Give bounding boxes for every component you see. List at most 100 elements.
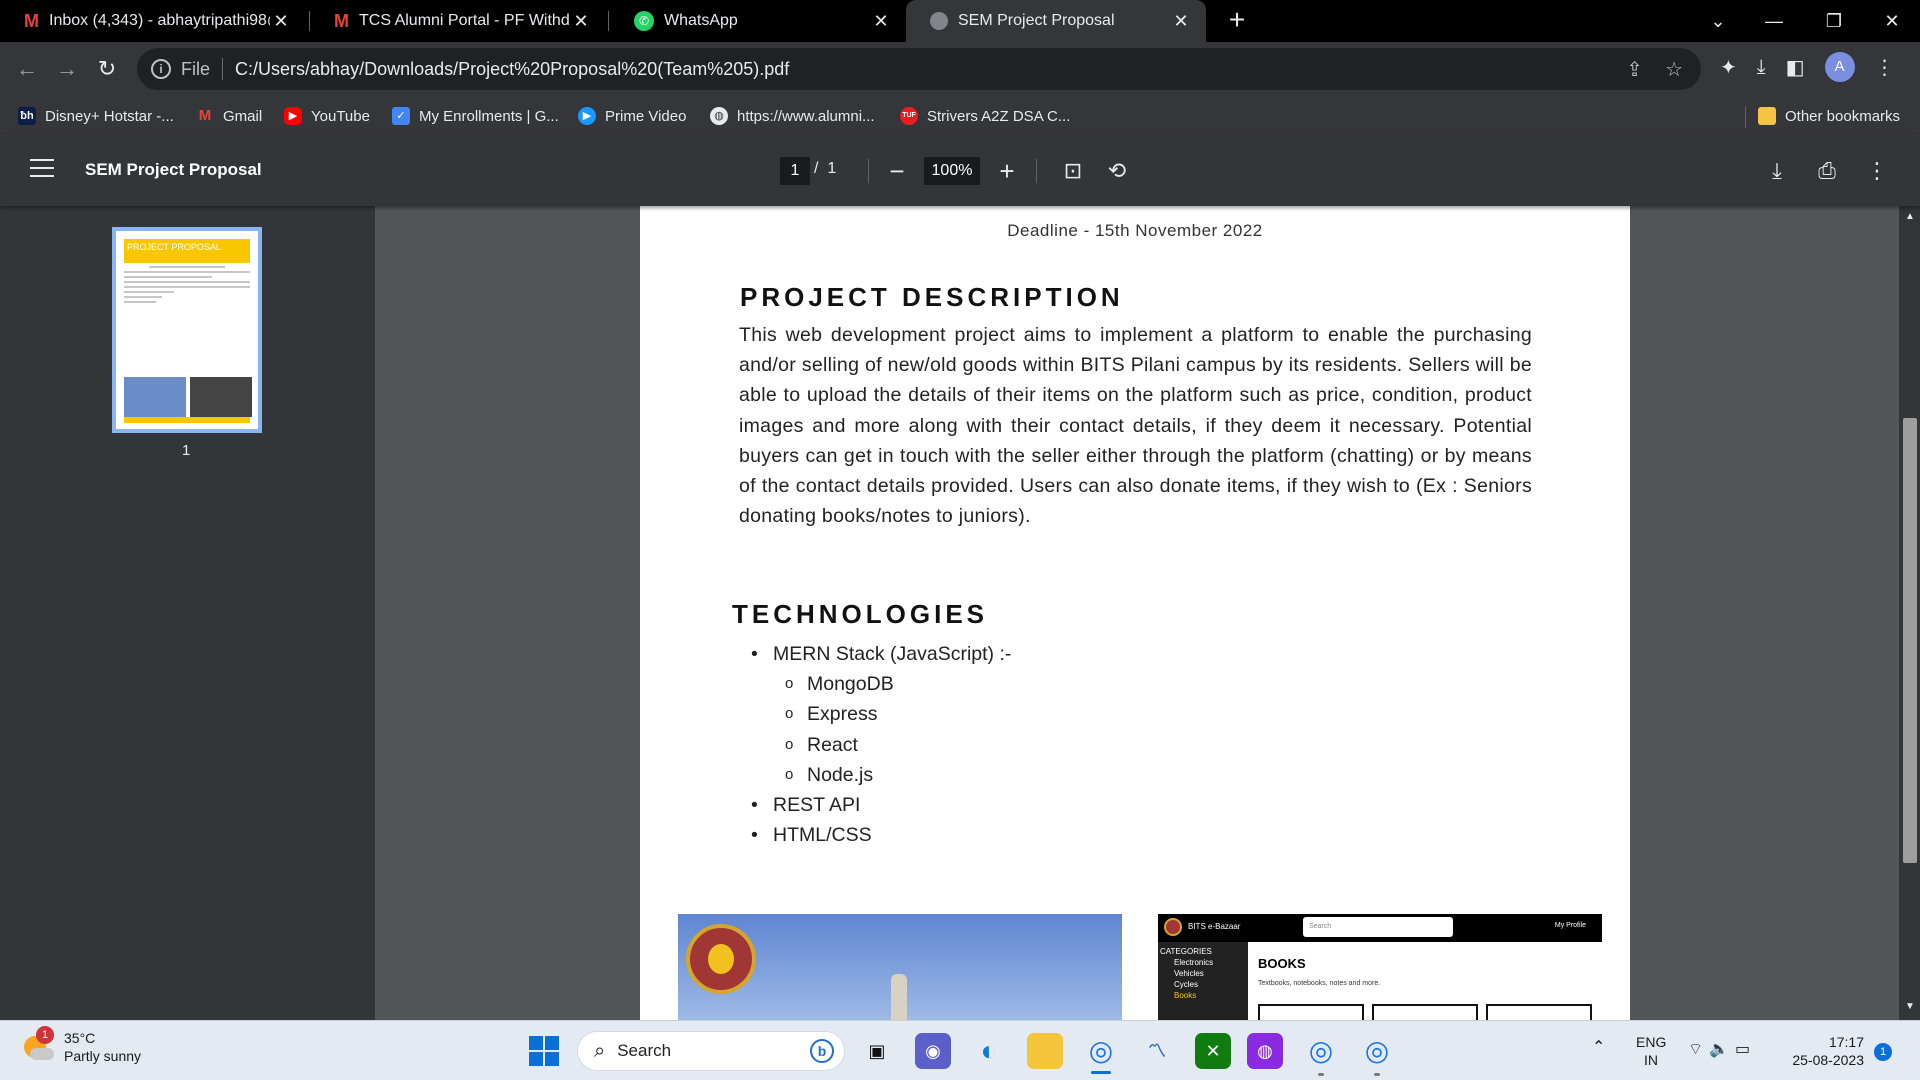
app-brand: BITS e-Bazaar bbox=[1188, 922, 1241, 931]
app-categories-heading: CATEGORIES bbox=[1160, 947, 1212, 956]
bookmark-label: https://www.alumni... bbox=[737, 107, 875, 125]
share-icon[interactable]: ⇪ bbox=[1626, 57, 1643, 82]
bookmark-item[interactable]: ƀh Disney+ Hotstar -... bbox=[18, 96, 174, 136]
network-volume-battery-icons[interactable]: ⌔🔈▭ bbox=[1688, 1041, 1756, 1059]
back-button[interactable]: ← bbox=[12, 54, 42, 84]
address-bar[interactable]: i File C:/Users/abhay/Downloads/Project%… bbox=[137, 48, 1701, 90]
app-category: Vehicles bbox=[1174, 969, 1204, 978]
show-hidden-icons-chevron-icon[interactable]: ⌃ bbox=[1592, 1039, 1605, 1057]
tab-search-chevron-icon[interactable]: ⌄ bbox=[1690, 0, 1746, 42]
bookmark-item[interactable]: TUF Strivers A2Z DSA C... bbox=[900, 96, 1070, 136]
thumbnail-image bbox=[190, 377, 252, 417]
browser-menu-icon[interactable]: ⋮ bbox=[1875, 55, 1895, 80]
thumbnail-page-label: 1 bbox=[182, 442, 191, 459]
page-number-input[interactable]: 1 bbox=[780, 157, 810, 185]
close-icon[interactable]: ✕ bbox=[270, 11, 292, 32]
weather-widget[interactable]: 1 35°C Partly sunny bbox=[22, 1026, 142, 1065]
tab-gmail-inbox[interactable]: M Inbox (4,343) - abhaytripathi98@ ✕ bbox=[0, 0, 306, 42]
app-product-card bbox=[1372, 1004, 1478, 1020]
edge-icon[interactable]: ◐ bbox=[971, 1033, 1007, 1069]
zoom-out-button[interactable]: − bbox=[882, 154, 912, 188]
download-icon[interactable]: ⤓ bbox=[1757, 56, 1766, 79]
total-pages: 1 bbox=[827, 160, 837, 177]
bing-icon[interactable]: b bbox=[810, 1039, 834, 1063]
new-tab-button[interactable]: + bbox=[1222, 6, 1252, 36]
region-code: IN bbox=[1644, 1052, 1658, 1068]
zoom-in-button[interactable]: + bbox=[992, 154, 1022, 188]
bookmark-item[interactable]: ✓ My Enrollments | G... bbox=[392, 96, 559, 136]
side-panel-icon[interactable]: ◧ bbox=[1786, 55, 1805, 80]
chrome-profile-icon[interactable]: ◎ bbox=[1303, 1033, 1339, 1069]
fit-to-page-icon[interactable]: ⊡ bbox=[1058, 156, 1088, 186]
extensions-icon[interactable]: ✦ bbox=[1720, 55, 1737, 80]
other-bookmarks[interactable]: Other bookmarks bbox=[1758, 96, 1900, 136]
performance-monitor-icon[interactable]: 〽 bbox=[1139, 1033, 1175, 1069]
bookmark-star-icon[interactable]: ☆ bbox=[1665, 57, 1683, 82]
file-explorer-icon[interactable] bbox=[1027, 1033, 1063, 1069]
bookmark-item[interactable]: ▶ YouTube bbox=[284, 96, 370, 136]
rotate-icon[interactable]: ⟲ bbox=[1102, 156, 1132, 186]
forward-button[interactable]: → bbox=[52, 54, 82, 84]
scrollbar-thumb[interactable] bbox=[1903, 418, 1917, 863]
bookmark-item[interactable]: ◍ https://www.alumni... bbox=[710, 96, 875, 136]
page-thumbnail[interactable]: PROJECT PROPOSAL bbox=[112, 227, 262, 433]
app-page-heading: BOOKS bbox=[1258, 956, 1306, 971]
tab-whatsapp[interactable]: ✆ WhatsApp ✕ bbox=[610, 0, 906, 42]
xbox-icon[interactable]: ✕ bbox=[1195, 1033, 1231, 1069]
app-product-card bbox=[1258, 1004, 1364, 1020]
taskbar-search[interactable]: ⌕ Search b bbox=[577, 1031, 845, 1071]
screen-recorder-icon[interactable]: ◍ bbox=[1247, 1033, 1283, 1069]
whatsapp-icon: ✆ bbox=[634, 11, 654, 31]
chrome-profile-icon[interactable]: ◎ bbox=[1359, 1033, 1395, 1069]
pdf-download-icon[interactable]: ⤓ bbox=[1762, 156, 1792, 186]
globe-icon: ◍ bbox=[710, 107, 728, 125]
teams-chat-icon[interactable]: ◉ bbox=[915, 1033, 951, 1069]
time: 17:17 bbox=[1828, 1034, 1864, 1050]
tab-title: TCS Alumni Portal - PF Withdraw bbox=[359, 12, 570, 29]
chrome-icon[interactable]: ◎ bbox=[1083, 1033, 1119, 1069]
language-indicator[interactable]: ENG IN bbox=[1636, 1033, 1666, 1069]
app-category: Books bbox=[1174, 991, 1197, 1000]
app-category-sidebar: CATEGORIES Electronics Vehicles Cycles B… bbox=[1158, 942, 1248, 1020]
reload-button[interactable]: ↻ bbox=[92, 54, 122, 84]
close-window-button[interactable]: ✕ bbox=[1864, 0, 1920, 42]
weather-description: Partly sunny bbox=[64, 1048, 142, 1064]
url-text[interactable]: C:/Users/abhay/Downloads/Project%20Propo… bbox=[235, 59, 789, 80]
bookmark-label: Strivers A2Z DSA C... bbox=[927, 107, 1071, 125]
close-icon[interactable]: ✕ bbox=[570, 11, 592, 32]
pdf-menu-icon[interactable] bbox=[30, 159, 54, 179]
profile-avatar[interactable]: A bbox=[1824, 52, 1855, 82]
weather-badge: 1 bbox=[36, 1026, 54, 1044]
tuf-icon: TUF bbox=[900, 107, 918, 125]
thumbnail-sidebar: PROJECT PROPOSAL 1 bbox=[0, 206, 375, 1020]
zoom-level-input[interactable]: 100% bbox=[924, 157, 980, 185]
bookmark-item[interactable]: M Gmail bbox=[196, 96, 262, 136]
pdf-title: SEM Project Proposal bbox=[85, 160, 262, 179]
vertical-scrollbar[interactable]: ▲ ▼ bbox=[1899, 206, 1920, 1020]
close-icon[interactable]: ✕ bbox=[1170, 11, 1192, 32]
start-button[interactable] bbox=[529, 1036, 559, 1066]
clock[interactable]: 17:17 25-08-2023 bbox=[1784, 1033, 1864, 1069]
tab-tcs-alumni[interactable]: M TCS Alumni Portal - PF Withdraw ✕ bbox=[310, 0, 606, 42]
close-icon[interactable]: ✕ bbox=[870, 11, 892, 32]
tab-sem-project-proposal[interactable]: SEM Project Proposal ✕ bbox=[906, 0, 1206, 42]
tab-title: Inbox (4,343) - abhaytripathi98@ bbox=[49, 12, 270, 29]
app-profile: My Profile bbox=[1554, 922, 1586, 929]
info-icon[interactable]: i bbox=[151, 59, 171, 79]
task-view-icon[interactable]: ▣ bbox=[859, 1033, 895, 1069]
bookmarks-divider bbox=[1745, 106, 1746, 128]
print-icon[interactable]: ⎙ bbox=[1812, 156, 1842, 186]
pdf-document-area: Deadline - 15th November 2022 PROJECT DE… bbox=[375, 206, 1899, 1020]
scroll-down-icon[interactable]: ▼ bbox=[1903, 1000, 1917, 1014]
language-code: ENG bbox=[1636, 1034, 1667, 1050]
notification-badge[interactable]: 1 bbox=[1874, 1043, 1892, 1061]
scroll-up-icon[interactable]: ▲ bbox=[1903, 210, 1917, 224]
restore-button[interactable]: ❐ bbox=[1806, 0, 1862, 42]
url-scheme: File bbox=[181, 58, 211, 79]
tab-divider bbox=[608, 11, 609, 31]
app-header: BITS e-Bazaar Search My Profile bbox=[1158, 914, 1602, 942]
toolbar-divider bbox=[1036, 159, 1037, 183]
pdf-more-icon[interactable]: ⋮ bbox=[1862, 156, 1892, 186]
minimize-button[interactable]: — bbox=[1746, 0, 1802, 42]
bookmark-item[interactable]: ▶ Prime Video bbox=[578, 96, 686, 136]
